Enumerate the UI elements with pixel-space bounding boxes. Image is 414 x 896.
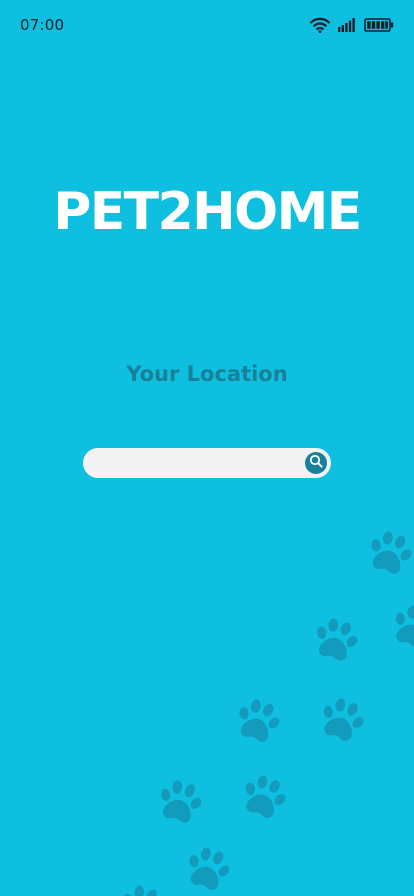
- search-button[interactable]: [305, 452, 327, 474]
- location-label: Your Location: [126, 362, 288, 386]
- paw-print-icon: [383, 597, 414, 659]
- screen: 07:00 PET2HOME Your Location: [0, 0, 414, 896]
- paw-print-icon: [112, 878, 171, 896]
- paw-print-icon: [306, 611, 365, 670]
- paw-print-icon: [233, 767, 295, 829]
- status-icons: [310, 15, 394, 35]
- app-title: PET2HOME: [53, 182, 362, 242]
- wifi-icon: [310, 17, 330, 33]
- paw-print-icon: [360, 524, 414, 584]
- signal-icon: [338, 18, 356, 32]
- battery-icon: [364, 18, 394, 32]
- status-time: 07:00: [20, 16, 65, 34]
- paw-print-icon: [178, 840, 238, 896]
- search-icon: [309, 454, 323, 473]
- paw-print-icon: [150, 773, 209, 832]
- location-search-input[interactable]: [97, 448, 297, 478]
- paw-print-icon: [228, 692, 288, 752]
- status-bar: 07:00: [0, 0, 414, 50]
- location-search-bar[interactable]: [83, 448, 331, 478]
- paw-print-icon: [311, 690, 373, 752]
